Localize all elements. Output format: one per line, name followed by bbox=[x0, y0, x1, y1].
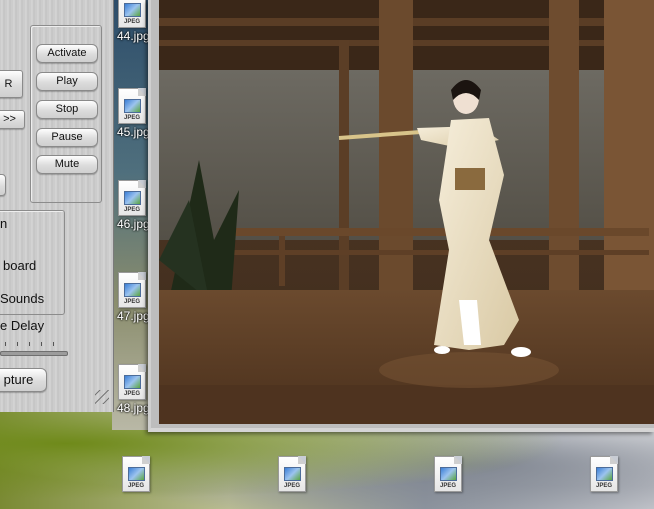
delay-label: e Delay bbox=[0, 318, 45, 333]
mute-button[interactable]: Mute bbox=[36, 155, 98, 174]
capture-button[interactable]: pture bbox=[0, 368, 47, 392]
option-label-keyboard: board bbox=[3, 258, 37, 273]
desktop-file-bottom-4[interactable]: JPEG bbox=[589, 456, 619, 492]
file-name: 47.jpg bbox=[117, 309, 150, 323]
play-button[interactable]: Play bbox=[36, 72, 98, 91]
file-name: 48.jpg bbox=[117, 401, 150, 415]
activate-button[interactable]: Activate bbox=[36, 44, 98, 63]
desktop-file-45[interactable]: JPEG 45.jpg bbox=[117, 88, 150, 139]
jpeg-file-icon: JPEG bbox=[118, 0, 146, 28]
jpeg-file-icon: JPEG bbox=[118, 88, 146, 124]
jpeg-file-icon: JPEG bbox=[118, 272, 146, 308]
jpeg-file-icon: JPEG bbox=[434, 456, 462, 492]
slider-tick bbox=[5, 342, 6, 346]
video-window[interactable] bbox=[148, 0, 654, 432]
forward-button[interactable]: >> bbox=[0, 110, 25, 129]
jpeg-file-icon: JPEG bbox=[122, 456, 150, 492]
desktop-file-44[interactable]: JPEG 44.jpg bbox=[117, 0, 150, 43]
option-label-1: n bbox=[0, 216, 8, 231]
slider-tick bbox=[29, 342, 30, 346]
dance-performance-video bbox=[159, 0, 654, 424]
desktop-file-48[interactable]: JPEG 48.jpg bbox=[117, 364, 150, 415]
desktop-file-bottom-1[interactable]: JPEG bbox=[121, 456, 151, 492]
option-label-sounds: Sounds bbox=[0, 291, 45, 306]
desktop-file-bottom-3[interactable]: JPEG bbox=[433, 456, 463, 492]
partial-button[interactable] bbox=[0, 174, 6, 196]
slider-tick bbox=[41, 342, 42, 346]
slider-tick bbox=[17, 342, 18, 346]
video-frame[interactable] bbox=[159, 0, 654, 424]
slider-tick bbox=[53, 342, 54, 346]
file-name: 46.jpg bbox=[117, 217, 150, 231]
jpeg-file-icon: JPEG bbox=[118, 364, 146, 400]
delay-slider[interactable] bbox=[0, 351, 68, 356]
desktop-file-46[interactable]: JPEG 46.jpg bbox=[117, 180, 150, 231]
desktop-file-bottom-2[interactable]: JPEG bbox=[277, 456, 307, 492]
stop-button[interactable]: Stop bbox=[36, 100, 98, 119]
jpeg-file-icon: JPEG bbox=[590, 456, 618, 492]
file-name: 44.jpg bbox=[117, 29, 150, 43]
record-button[interactable]: R bbox=[0, 70, 23, 98]
jpeg-file-icon: JPEG bbox=[278, 456, 306, 492]
file-name: 45.jpg bbox=[117, 125, 150, 139]
resize-grip-icon[interactable] bbox=[95, 390, 109, 404]
desktop-file-47[interactable]: JPEG 47.jpg bbox=[117, 272, 150, 323]
jpeg-file-icon: JPEG bbox=[118, 180, 146, 216]
control-panel: Activate Play Stop Pause Mute R >> n boa… bbox=[0, 0, 114, 412]
pause-button[interactable]: Pause bbox=[36, 128, 98, 147]
